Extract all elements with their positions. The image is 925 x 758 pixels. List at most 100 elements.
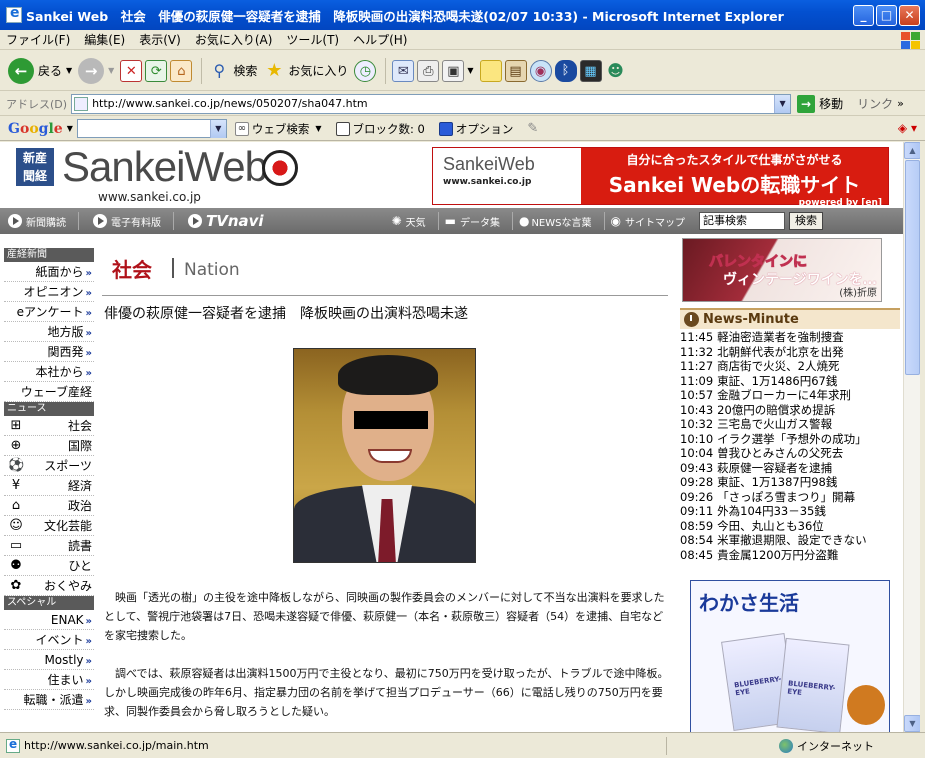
- minimize-button[interactable]: _: [853, 5, 874, 26]
- close-button[interactable]: ✕: [899, 5, 920, 26]
- forward-dropdown-icon[interactable]: ▼: [108, 66, 114, 75]
- left-nav-item[interactable]: ENAK»: [4, 610, 94, 630]
- scroll-down-icon[interactable]: ▼: [904, 715, 921, 732]
- left-nav-item[interactable]: ウェーブ産経: [4, 382, 94, 402]
- left-nav-item[interactable]: Mostly»: [4, 650, 94, 670]
- news-minute-item[interactable]: 08:59 今田、丸山とも36位: [680, 519, 902, 534]
- news-minute-item[interactable]: 09:11 外為104円33－35銭: [680, 504, 902, 519]
- menu-help[interactable]: ヘルプ(H): [353, 31, 407, 48]
- news-minute-item[interactable]: 09:43 萩原健一容疑者を逮捕: [680, 461, 902, 476]
- scroll-thumb[interactable]: [905, 160, 920, 375]
- google-logo[interactable]: Google: [8, 121, 63, 137]
- left-nav-item[interactable]: 紙面から»: [4, 262, 94, 282]
- go-button[interactable]: → 移動: [797, 94, 843, 113]
- left-nav-item[interactable]: 本社から»: [4, 362, 94, 382]
- career-ad-banner[interactable]: SankeiWeb www.sankei.co.jp 自分に合ったスタイルで仕事…: [432, 147, 889, 208]
- translate-icon[interactable]: ◈ ▾: [898, 121, 917, 135]
- news-minute-item[interactable]: 08:54 米軍撤退期限、設定できない: [680, 533, 902, 548]
- popup-blocker-button[interactable]: ブロック数: 0: [335, 121, 425, 137]
- menu-tools[interactable]: ツール(T): [286, 31, 339, 48]
- history-icon[interactable]: ◷: [354, 59, 377, 82]
- edit-icon[interactable]: ▣: [442, 59, 465, 82]
- nav-weather[interactable]: 天気: [406, 214, 426, 229]
- google-search-input[interactable]: ▼: [76, 119, 227, 138]
- wakasa-ad[interactable]: わかさ生活 BLUEBERRY-EYE BLUEBERRY-EYE: [690, 580, 890, 732]
- left-nav-news-culture[interactable]: ☺ 文化芸能: [4, 516, 94, 536]
- bluetooth-icon[interactable]: ᛒ: [554, 59, 577, 82]
- discuss-icon[interactable]: [479, 59, 502, 82]
- google-search-dropdown-icon[interactable]: ▼: [209, 120, 226, 138]
- news-minute-item[interactable]: 10:43 20億円の賠償求め提訴: [680, 403, 902, 418]
- contacts-icon[interactable]: ☻: [605, 60, 627, 82]
- highlighter-icon[interactable]: ✎: [527, 121, 538, 136]
- google-menu-dropdown-icon[interactable]: ▼: [67, 124, 73, 133]
- maximize-button[interactable]: □: [876, 5, 897, 26]
- back-button[interactable]: ← 戻る ▼: [8, 57, 72, 84]
- left-nav-item[interactable]: 住まい»: [4, 670, 94, 690]
- address-input[interactable]: http://www.sankei.co.jp/news/050207/sha0…: [71, 93, 792, 114]
- article-search-button[interactable]: 検索: [788, 212, 823, 230]
- chevron-right-icon[interactable]: »: [897, 97, 904, 110]
- left-nav-news-sports[interactable]: ⚽ スポーツ: [4, 456, 94, 476]
- nav-tvnavi[interactable]: TVnavi: [206, 212, 264, 230]
- options-button[interactable]: オプション: [438, 121, 513, 137]
- news-minute-item[interactable]: 09:26 「さっぽろ雪まつり」開幕: [680, 490, 902, 505]
- menu-view[interactable]: 表示(V): [139, 31, 181, 48]
- left-nav-news-economy[interactable]: ¥ 経済: [4, 476, 94, 496]
- news-minute-item[interactable]: 10:32 三宅島で火山ガス警報: [680, 417, 902, 432]
- left-nav-news-society[interactable]: ⊞ 社会: [4, 416, 94, 436]
- left-nav-news-politics[interactable]: ⌂ 政治: [4, 496, 94, 516]
- news-minute-item[interactable]: 11:45 軽油密造業者を強制捜査: [680, 330, 902, 345]
- news-minute-item[interactable]: 10:57 金融ブローカーに4年求刑: [680, 388, 902, 403]
- web-search-dropdown-icon[interactable]: ▼: [315, 124, 321, 133]
- home-icon[interactable]: ⌂: [170, 59, 193, 82]
- menu-edit[interactable]: 編集(E): [84, 31, 125, 48]
- forward-button[interactable]: → ▼: [78, 57, 114, 84]
- left-nav-item[interactable]: イベント»: [4, 630, 94, 650]
- left-nav-item[interactable]: 関西発»: [4, 342, 94, 362]
- news-minute-item[interactable]: 11:32 北朝鮮代表が北京を出発: [680, 345, 902, 360]
- favorites-button[interactable]: ★ お気に入り: [263, 60, 348, 82]
- news-minute-item[interactable]: 10:10 イラク選挙「予想外の成功」: [680, 432, 902, 447]
- nav-epaper[interactable]: 電子有料版: [111, 214, 161, 229]
- vertical-scrollbar[interactable]: ▲ ▼: [903, 142, 921, 732]
- left-nav-news-obituaries[interactable]: ✿ おくやみ: [4, 576, 94, 596]
- back-dropdown-icon[interactable]: ▼: [66, 66, 72, 75]
- nav-data[interactable]: データ集: [460, 214, 500, 229]
- news-minute-item[interactable]: 11:09 東証、1万1486円67銭: [680, 374, 902, 389]
- research-icon[interactable]: ▤: [504, 59, 527, 82]
- scroll-up-icon[interactable]: ▲: [904, 142, 921, 159]
- sankei-web-logo[interactable]: SankeiWeb: [62, 143, 268, 191]
- messenger-icon[interactable]: ◉: [529, 59, 552, 82]
- sankei-newspaper-badge[interactable]: 新産 聞経: [16, 148, 54, 186]
- edit-dropdown-icon[interactable]: ▼: [467, 66, 473, 75]
- print-icon[interactable]: ⎙: [417, 59, 440, 82]
- security-zone[interactable]: インターネット: [779, 738, 874, 754]
- web-search-button[interactable]: ∞ ウェブ検索 ▼: [234, 121, 322, 137]
- left-nav-news-people[interactable]: ⚉ ひと: [4, 556, 94, 576]
- news-minute-item[interactable]: 10:04 曽我ひとみさんの父死去: [680, 446, 902, 461]
- search-button[interactable]: ⚲ 検索: [208, 60, 257, 82]
- stop-icon[interactable]: ✕: [120, 59, 143, 82]
- article-search-input[interactable]: 記事検索: [698, 212, 785, 230]
- left-nav-item[interactable]: 転職・派遣»: [4, 690, 94, 710]
- left-nav-news-international[interactable]: ⊕ 国際: [4, 436, 94, 456]
- menu-file[interactable]: ファイル(F): [6, 31, 70, 48]
- news-minute-item[interactable]: 09:28 東証、1万1387円98銭: [680, 475, 902, 490]
- nav-news-words[interactable]: NEWSな言葉: [531, 214, 591, 229]
- nav-subscribe[interactable]: 新聞購読: [26, 214, 66, 229]
- refresh-icon[interactable]: ⟳: [145, 59, 168, 82]
- address-dropdown-icon[interactable]: ▼: [774, 94, 791, 113]
- menu-favorites[interactable]: お気に入り(A): [195, 31, 273, 48]
- left-nav-item[interactable]: オピニオン»: [4, 282, 94, 302]
- left-nav-item[interactable]: eアンケート»: [4, 302, 94, 322]
- nav-sitemap[interactable]: サイトマップ: [625, 214, 685, 229]
- news-minute-item[interactable]: 11:27 商店街で火災、2人焼死: [680, 359, 902, 374]
- links-label[interactable]: リンク: [857, 95, 893, 112]
- valentine-wine-ad[interactable]: バレンタインに ヴィンテージワインを… (株)折原: [682, 238, 882, 302]
- screen-icon[interactable]: ▦: [579, 59, 602, 82]
- mail-icon[interactable]: ✉: [392, 59, 415, 82]
- window-title-bar[interactable]: Sankei Web 社会 俳優の萩原健一容疑者を逮捕 降板映画の出演料恐喝未遂…: [0, 0, 925, 30]
- left-nav-item[interactable]: 地方版»: [4, 322, 94, 342]
- news-minute-item[interactable]: 08:45 貴金属1200万円分盗難: [680, 548, 902, 563]
